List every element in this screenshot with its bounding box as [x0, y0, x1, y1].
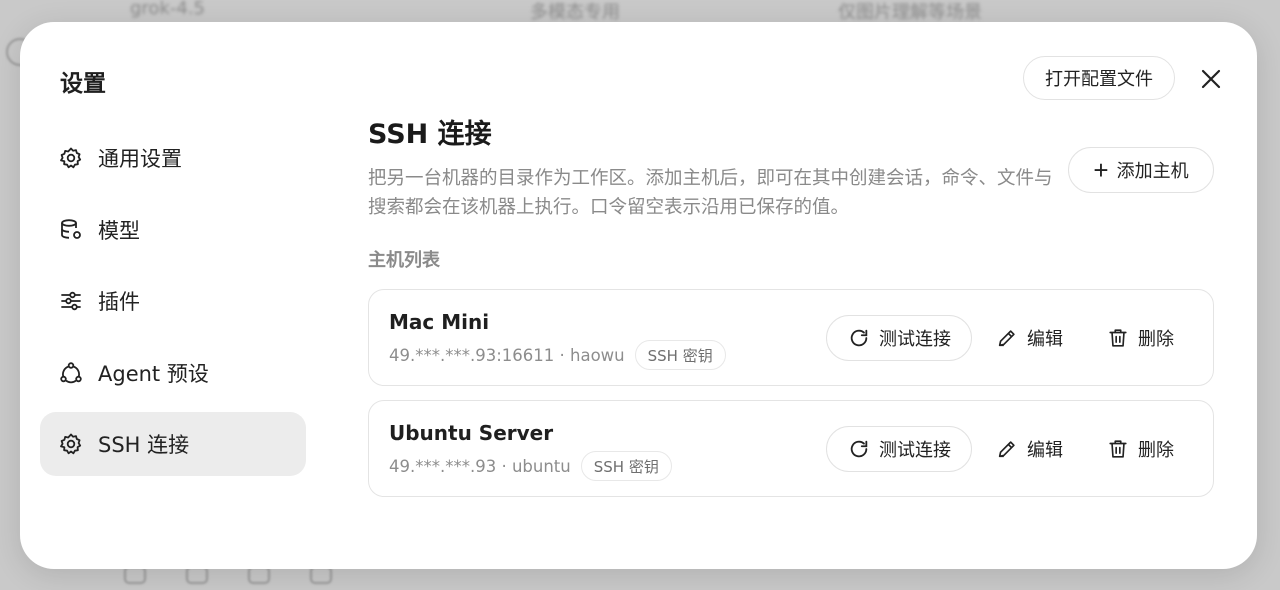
host-list-label: 主机列表 [368, 250, 440, 271]
host-address: 49.***.***.93:16611 · haowu [389, 345, 625, 365]
host-name: Mac Mini [389, 310, 490, 334]
plus-icon: + [1093, 155, 1109, 185]
page-title: SSH 连接 [368, 119, 492, 150]
sidebar-item-models[interactable]: 模型 [40, 198, 306, 262]
database-icon [58, 217, 84, 243]
dialog-title: 设置 [60, 71, 106, 97]
sliders-icon [58, 288, 84, 314]
host-meta: 49.***.***.93:16611 · haowu SSH 密钥 [389, 340, 726, 370]
open-config-file-button[interactable]: 打开配置文件 [1023, 56, 1175, 100]
sidebar-item-label: 模型 [98, 218, 140, 243]
refresh-icon [847, 437, 871, 461]
sidebar-item-plugins[interactable]: 插件 [40, 269, 306, 333]
close-icon [1201, 69, 1221, 89]
ssh-panel: SSH 连接 把另一台机器的目录作为工作区。添加主机后，即可在其中创建会话，命令… [368, 112, 1214, 497]
sidebar-item-ssh[interactable]: SSH 连接 [40, 412, 306, 476]
gear-icon [58, 431, 84, 457]
close-button[interactable] [1198, 66, 1224, 92]
host-meta: 49.***.***.93 · ubuntu SSH 密钥 [389, 451, 672, 481]
page-description: 把另一台机器的目录作为工作区。添加主机后，即可在其中创建会话，命令、文件与搜索都… [368, 168, 1053, 218]
trash-icon [1106, 437, 1130, 461]
sidebar-item-label: SSH 连接 [98, 433, 190, 457]
host-name: Ubuntu Server [389, 421, 554, 445]
pencil-icon [995, 437, 1019, 461]
trash-icon [1106, 326, 1130, 350]
edit-button[interactable]: 编辑 [995, 426, 1063, 472]
pencil-icon [995, 326, 1019, 350]
add-host-button[interactable]: + 添加主机 [1068, 147, 1214, 193]
host-card-ubuntu-server: Ubuntu Server 49.***.***.93 · ubuntu SSH… [368, 400, 1214, 497]
host-address: 49.***.***.93 · ubuntu [389, 456, 571, 476]
sidebar-item-label: 通用设置 [98, 147, 182, 171]
delete-button[interactable]: 删除 [1106, 315, 1174, 361]
auth-badge: SSH 密钥 [634, 340, 726, 370]
settings-dialog: 设置 打开配置文件 通用设置 模型 插件 Agent 预设 SSH 连接 SSH… [20, 22, 1257, 569]
host-card-mac-mini: Mac Mini 49.***.***.93:16611 · haowu SSH… [368, 289, 1214, 386]
test-connection-button[interactable]: 测试连接 [826, 315, 972, 361]
gear-icon [58, 145, 84, 171]
delete-button[interactable]: 删除 [1106, 426, 1174, 472]
agent-icon [58, 360, 84, 386]
settings-sidebar: 通用设置 模型 插件 Agent 预设 SSH 连接 [40, 126, 306, 484]
edit-button[interactable]: 编辑 [995, 315, 1063, 361]
sidebar-item-agent-presets[interactable]: Agent 预设 [40, 341, 306, 405]
background-model-row: grok-4.5 多模态专用 仅图片理解等场景 [130, 0, 982, 23]
test-connection-button[interactable]: 测试连接 [826, 426, 972, 472]
refresh-icon [847, 326, 871, 350]
sidebar-item-label: Agent 预设 [98, 361, 209, 386]
auth-badge: SSH 密钥 [580, 451, 672, 481]
add-host-label: 添加主机 [1116, 161, 1189, 181]
sidebar-item-general[interactable]: 通用设置 [40, 126, 306, 190]
sidebar-item-label: 插件 [98, 290, 140, 314]
